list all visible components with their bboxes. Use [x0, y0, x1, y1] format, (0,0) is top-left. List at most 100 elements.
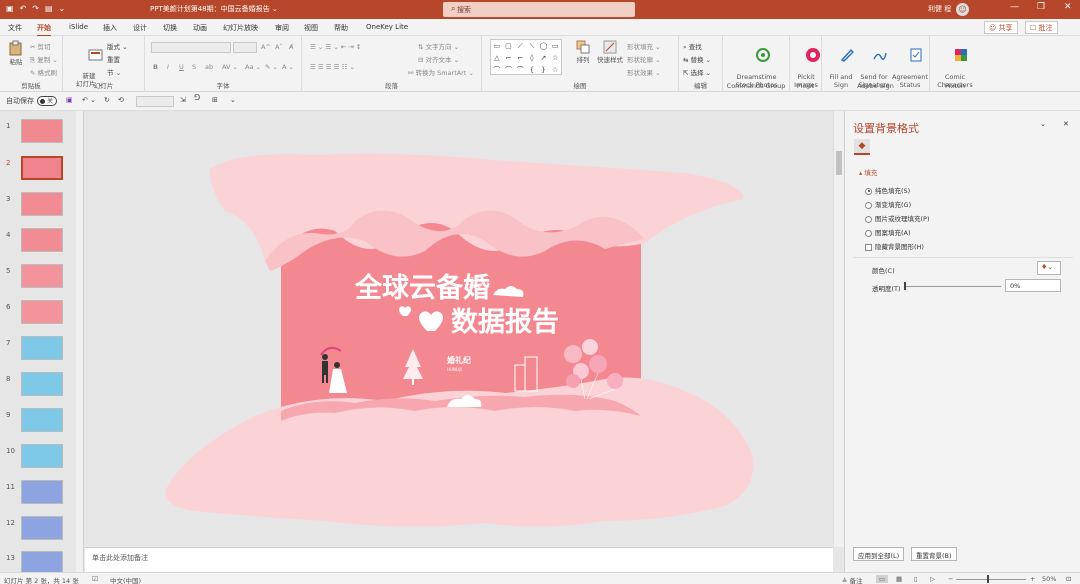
thumbnail-9[interactable]: 9: [0, 405, 84, 441]
thumbnail-10[interactable]: 10: [0, 441, 84, 477]
shape-brace-right[interactable]: }: [538, 64, 550, 76]
shadow-button[interactable]: S: [192, 63, 196, 71]
text-direction-button[interactable]: ⇅ 文字方向 ⌄: [418, 41, 459, 51]
notes-pane[interactable]: 单击此处添加备注: [85, 547, 833, 572]
zoom-slider-handle[interactable]: [987, 575, 989, 583]
pattern-fill-option[interactable]: 图案填充(A): [865, 227, 911, 237]
close-button[interactable]: ✕: [1064, 2, 1072, 12]
pane-options-dropdown[interactable]: ⌄: [1040, 120, 1046, 128]
shape-diamond[interactable]: ◊: [526, 52, 538, 64]
accessibility-icon[interactable]: ☑: [92, 575, 98, 583]
smartart-button[interactable]: ⚯ 转换为 SmartArt ⌄: [408, 67, 474, 77]
font-name-combo[interactable]: [151, 42, 231, 53]
shape-outline-button[interactable]: 形状轮廓 ⌄: [627, 54, 661, 64]
thumbnail-3[interactable]: 3: [0, 189, 84, 225]
shape-star[interactable]: ☆: [549, 52, 561, 64]
search-box[interactable]: ⌕ 搜索: [443, 2, 635, 17]
size-icon[interactable]: ⇲: [180, 96, 186, 104]
shape-arc[interactable]: ⌒: [491, 64, 503, 76]
user-name[interactable]: 利健 程: [928, 4, 951, 14]
customize-qat-icon[interactable]: ⌄: [230, 96, 236, 104]
font-size-icon[interactable]: ⅁: [194, 93, 200, 102]
canvas-scrollbar[interactable]: [833, 111, 844, 547]
bold-button[interactable]: B: [153, 63, 158, 71]
zoom-out-icon[interactable]: −: [948, 575, 953, 583]
tab-animations[interactable]: 动画: [193, 23, 207, 33]
tab-review[interactable]: 审阅: [275, 23, 289, 33]
align-text-button[interactable]: ⊟ 对齐文本 ⌄: [418, 54, 459, 64]
start-slideshow-icon[interactable]: ▤: [45, 4, 53, 13]
arrange-button[interactable]: 排列: [572, 40, 594, 64]
shape-star2[interactable]: ☆: [549, 64, 561, 76]
repeat-icon[interactable]: ⟲: [118, 96, 124, 104]
shape-rect2[interactable]: ▭: [549, 40, 561, 52]
save-icon[interactable]: ▣: [66, 96, 73, 104]
shape-triangle[interactable]: △: [491, 52, 503, 64]
tab-file[interactable]: 文件: [8, 23, 22, 33]
hide-bg-graphics-checkbox[interactable]: 隐藏背景图形(H): [865, 241, 924, 251]
quick-styles-button[interactable]: 快速样式: [595, 40, 625, 64]
align-icons[interactable]: ☰ ☰ ☰ ☰ ☷ ⌄: [310, 63, 355, 71]
thumbnail-5[interactable]: 5: [0, 261, 84, 297]
italic-button[interactable]: I: [167, 63, 169, 71]
layout-button[interactable]: 版式 ⌄: [107, 41, 128, 51]
select-button[interactable]: ⇱ 选择 ⌄: [683, 67, 711, 77]
comment-button[interactable]: ☐ 批注: [1025, 21, 1058, 34]
grow-font-button[interactable]: A^: [261, 43, 271, 51]
transparency-input[interactable]: 0%: [1005, 279, 1061, 292]
minimize-button[interactable]: —: [1010, 2, 1019, 12]
solid-fill-option[interactable]: 纯色填充(S): [865, 185, 910, 195]
paste-button[interactable]: 粘贴: [6, 40, 26, 66]
transparency-slider[interactable]: [905, 286, 1001, 287]
tab-onekey[interactable]: OneKey Lite: [366, 23, 408, 31]
save-icon[interactable]: ▣: [6, 4, 14, 13]
shape-connector2[interactable]: ⌐: [514, 52, 526, 64]
gradient-fill-option[interactable]: 渐变填充(G): [865, 199, 911, 209]
tab-view[interactable]: 视图: [304, 23, 318, 33]
copy-button[interactable]: ⎘ 复制 ⌄: [30, 54, 58, 65]
picture-fill-option[interactable]: 图片或纹理填充(P): [865, 213, 930, 223]
apply-to-all-button[interactable]: 应用到全部(L): [853, 547, 905, 561]
reset-background-button[interactable]: 重置背景(B): [911, 547, 957, 561]
shape-line2[interactable]: ⟍: [526, 40, 538, 52]
restore-button[interactable]: ❐: [1037, 2, 1045, 12]
fill-section-header[interactable]: ▴ 填充: [859, 167, 877, 177]
color-picker-button[interactable]: ♦⌄: [1037, 261, 1061, 275]
undo-icon[interactable]: ↶: [20, 4, 27, 13]
zoom-slider[interactable]: [956, 579, 1026, 580]
avatar[interactable]: ☺: [956, 3, 969, 16]
change-case-button[interactable]: Aa ⌄: [245, 63, 261, 71]
shape-arrow[interactable]: ↗: [538, 52, 550, 64]
shapes-gallery[interactable]: ▭ ▢ ⟋ ⟍ ◯ ▭ △ ⌐ ⌐ ◊ ↗ ☆ ⌒ ⌒ ⌒ { } ☆: [490, 39, 562, 75]
reset-button[interactable]: 重置: [107, 54, 120, 64]
size-combo[interactable]: [136, 96, 174, 107]
clear-format-button[interactable]: A̸: [289, 43, 293, 51]
replace-button[interactable]: ⇆ 替换 ⌄: [683, 54, 711, 64]
tab-transitions[interactable]: 切换: [163, 23, 177, 33]
font-size-combo[interactable]: [233, 42, 257, 53]
slider-handle[interactable]: [904, 282, 906, 290]
font-color-button[interactable]: A ⌄: [282, 63, 294, 71]
shape-rounded[interactable]: ▢: [503, 40, 515, 52]
language-indicator[interactable]: 中文(中国): [110, 575, 141, 584]
thumbnail-8[interactable]: 8: [0, 369, 84, 405]
canvas-scroll-thumb[interactable]: [836, 151, 842, 175]
tab-design[interactable]: 设计: [133, 23, 147, 33]
thumbnail-scrollbar[interactable]: [76, 111, 83, 572]
shape-fill-button[interactable]: 形状填充 ⌄: [627, 41, 661, 51]
thumbnail-7[interactable]: 7: [0, 333, 84, 369]
shape-effects-button[interactable]: 形状效果 ⌄: [627, 67, 661, 77]
strikethrough-button[interactable]: ab: [205, 63, 213, 71]
shrink-font-button[interactable]: Aˇ: [275, 43, 283, 51]
thumbnail-12[interactable]: 12: [0, 513, 84, 549]
fill-tab-icon[interactable]: ◆: [854, 139, 870, 155]
thumbnail-4[interactable]: 4: [0, 225, 84, 261]
tab-slideshow[interactable]: 幻灯片放映: [223, 23, 258, 33]
tab-islide[interactable]: iSlide: [69, 23, 88, 31]
redo-icon[interactable]: ↷: [32, 4, 39, 13]
shape-line[interactable]: ⟋: [514, 40, 526, 52]
thumbnail-6[interactable]: 6: [0, 297, 84, 333]
shape-rect[interactable]: ▭: [491, 40, 503, 52]
tab-insert[interactable]: 插入: [103, 23, 117, 33]
redo-icon[interactable]: ↻: [104, 96, 110, 104]
